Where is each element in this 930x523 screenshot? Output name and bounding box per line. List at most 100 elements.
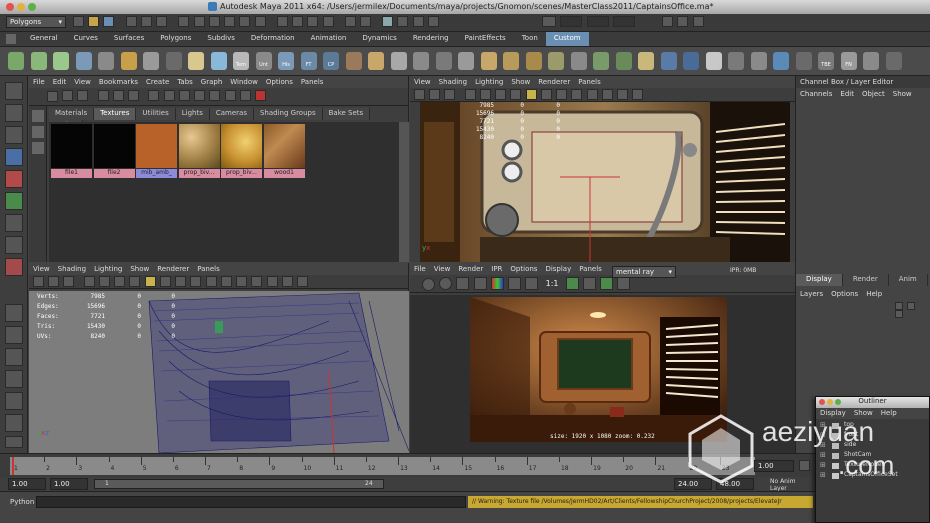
hypershade-menu-file[interactable]: File <box>33 78 45 86</box>
render-icon[interactable] <box>382 16 394 27</box>
persp-bottom-menu-shading[interactable]: Shading <box>58 265 86 273</box>
snap-curve-icon[interactable] <box>292 16 304 27</box>
history-icon[interactable] <box>359 16 371 27</box>
layer-tab-anim[interactable]: Anim <box>888 274 928 286</box>
hypershade-tab-shading-groups[interactable]: Shading Groups <box>253 108 323 120</box>
shelf-tool-icon[interactable] <box>210 52 227 70</box>
shelf-tab-rendering[interactable]: Rendering <box>405 32 457 46</box>
minimize-window-button[interactable] <box>827 399 833 405</box>
tool-icon[interactable] <box>32 142 44 154</box>
layout-custom-icon[interactable] <box>5 436 23 448</box>
shelf-tool-icon[interactable]: FN <box>840 52 857 70</box>
alpha-channel-icon[interactable] <box>508 276 522 290</box>
snap-point-icon[interactable] <box>307 16 319 27</box>
layer-tab-render[interactable]: Render <box>842 274 889 286</box>
select-tool-icon[interactable] <box>5 82 23 100</box>
lasso-tool-icon[interactable] <box>5 104 23 122</box>
manipulator-tool-icon[interactable] <box>5 214 23 232</box>
transform-field[interactable] <box>612 16 635 27</box>
shelf-tab-deformation[interactable]: Deformation <box>243 32 303 46</box>
layout-persp-outliner-icon[interactable] <box>5 370 23 388</box>
hypershade-menu-view[interactable]: View <box>74 78 91 86</box>
texture-icon[interactable] <box>129 275 141 287</box>
persp-bottom-menu-show[interactable]: Show <box>130 265 149 273</box>
wireframe-icon[interactable] <box>98 275 110 287</box>
last-tool-icon[interactable] <box>5 258 23 276</box>
shelf-tool-icon[interactable] <box>143 52 159 70</box>
render-view-menu-render[interactable]: Render <box>458 265 483 273</box>
layer-tab-display[interactable]: Display <box>796 274 843 286</box>
channel-box-menu-edit[interactable]: Edit <box>840 90 854 98</box>
hypershade-menu-graph[interactable]: Graph <box>201 78 222 86</box>
channel-box-menu-object[interactable]: Object <box>862 90 885 98</box>
snap-plane-icon[interactable] <box>322 16 334 27</box>
shelf-tab-dynamics[interactable]: Dynamics <box>354 32 405 46</box>
shelf-tool-icon[interactable] <box>525 52 542 70</box>
texture-icon[interactable] <box>510 88 522 100</box>
zoom-window-button[interactable] <box>28 3 36 11</box>
camera-icon[interactable] <box>444 88 456 100</box>
transform-field[interactable] <box>560 16 583 27</box>
gate-icon[interactable] <box>632 88 644 100</box>
renderer-dropdown[interactable]: mental ray ▾ <box>612 266 676 278</box>
shelf-tool-icon[interactable] <box>728 52 744 70</box>
graph-icon[interactable] <box>97 89 109 101</box>
wireframe-icon[interactable] <box>479 88 491 100</box>
gate-icon[interactable] <box>205 275 217 287</box>
input-field-icon[interactable] <box>542 16 557 27</box>
render-view-menu-ipr[interactable]: IPR <box>491 265 502 273</box>
render-view-menu-view[interactable]: View <box>434 265 451 273</box>
shelf-tool-icon[interactable] <box>683 52 699 70</box>
graph-icon[interactable] <box>194 89 206 101</box>
shelf-tab-painteffects[interactable]: PaintEffects <box>457 32 514 46</box>
playback-start-field[interactable]: 1.00 <box>50 478 88 490</box>
redo-render-icon[interactable] <box>422 278 435 291</box>
gate-icon[interactable] <box>266 275 278 287</box>
persp-top-menu-lighting[interactable]: Lighting <box>475 78 503 86</box>
zoom-icon[interactable] <box>525 276 539 290</box>
render-view-menu-file[interactable]: File <box>414 265 426 273</box>
move-tool-icon[interactable] <box>5 148 23 166</box>
range-bar[interactable]: 1 24 <box>94 479 384 489</box>
hypershade-scrollbar[interactable] <box>399 122 409 262</box>
light-icon[interactable] <box>525 88 537 100</box>
shelf-tab-custom[interactable]: Custom <box>545 32 589 46</box>
shelf-tool-icon[interactable] <box>705 52 722 70</box>
shelf-tool-icon[interactable] <box>795 52 812 70</box>
hypershade-tab-cameras[interactable]: Cameras <box>209 108 254 120</box>
select-by-object-icon[interactable] <box>140 16 152 27</box>
texture-swatch[interactable]: file1 <box>51 124 92 180</box>
save-scene-icon[interactable] <box>103 16 115 27</box>
texture-swatch[interactable]: prop_biv... <box>178 124 220 180</box>
persp-bottom-menu-view[interactable]: View <box>33 265 50 273</box>
tool-icon[interactable] <box>32 126 44 138</box>
render-settings-icon[interactable] <box>412 16 424 27</box>
shelf-tool-icon[interactable] <box>30 52 47 70</box>
shadow-icon[interactable] <box>159 275 171 287</box>
render-view-menu-display[interactable]: Display <box>545 265 571 273</box>
light-icon[interactable] <box>144 275 156 287</box>
xray-icon[interactable] <box>556 88 568 100</box>
shelf-tool-icon[interactable]: His <box>278 52 294 70</box>
camera-icon[interactable] <box>429 88 441 100</box>
shelf-tool-icon[interactable] <box>435 52 452 70</box>
gate-icon[interactable] <box>236 275 248 287</box>
layout-four-icon[interactable] <box>5 326 23 344</box>
graph-icon[interactable] <box>148 89 160 101</box>
persp-top-menu-show[interactable]: Show <box>511 78 530 86</box>
ipr-icon[interactable] <box>439 276 453 290</box>
gate-icon[interactable] <box>296 275 308 287</box>
hypershade-tab-bake-sets[interactable]: Bake Sets <box>322 108 371 120</box>
shelf-tool-icon[interactable] <box>885 52 902 70</box>
shelf-tool-icon[interactable]: Unt <box>255 52 272 70</box>
graph-icon[interactable] <box>255 89 267 101</box>
shelf-tool-icon[interactable] <box>458 52 474 70</box>
graph-icon[interactable] <box>47 91 58 102</box>
shelf-tool-icon[interactable] <box>773 52 789 70</box>
layout-two-icon[interactable] <box>5 348 23 366</box>
layer-menu-options[interactable]: Options <box>831 290 858 298</box>
hypershade-menu-panels[interactable]: Panels <box>301 78 324 86</box>
channel-box-menu-show[interactable]: Show <box>893 90 912 98</box>
shelf-tool-icon[interactable] <box>660 52 677 70</box>
new-layer-icon[interactable] <box>895 310 903 318</box>
